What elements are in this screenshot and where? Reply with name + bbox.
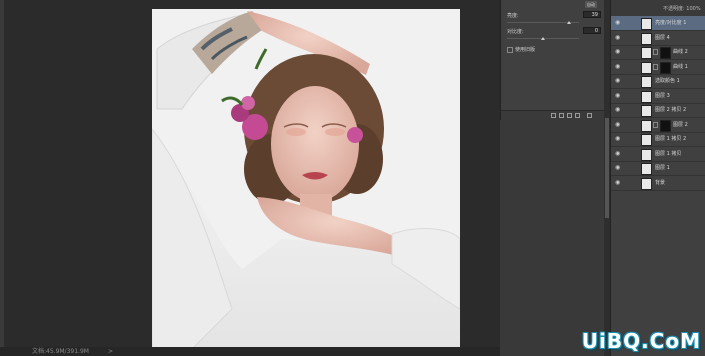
layer-row[interactable]: ◉ 图层 2 拷贝 2 xyxy=(611,103,705,118)
layer-thumbnail xyxy=(641,134,652,146)
eye-icon[interactable]: ◉ xyxy=(615,34,622,40)
layer-thumbnail xyxy=(641,105,652,117)
contrast-label: 对比度: xyxy=(507,29,524,35)
layer-name: 曲线 1 xyxy=(673,63,688,70)
layer-thumbnail xyxy=(641,119,652,132)
status-bar: 文档:45.9M/391.9M > xyxy=(0,347,500,356)
layers-header: 不透明度: 100% xyxy=(611,0,705,16)
eye-icon[interactable]: ◉ xyxy=(615,121,622,127)
eye-icon[interactable]: ◉ xyxy=(615,49,622,55)
layer-thumbnail xyxy=(641,163,652,175)
eye-icon[interactable]: ◉ xyxy=(615,179,622,185)
layer-name: 曲线 2 xyxy=(673,49,688,55)
layer-row[interactable]: ◉ 图层 1 xyxy=(611,161,705,176)
layer-thumbnail xyxy=(641,61,652,74)
layer-mask-thumbnail[interactable] xyxy=(660,119,671,132)
layer-thumbnail xyxy=(641,148,652,161)
eye-icon[interactable]: ◉ xyxy=(615,63,622,69)
panel-dock-empty xyxy=(500,120,604,356)
eye-icon[interactable]: ◉ xyxy=(615,107,622,113)
reset-icon[interactable] xyxy=(567,113,572,118)
contrast-slider-thumb[interactable] xyxy=(541,37,545,40)
layer-name: 选取颜色 1 xyxy=(655,78,680,84)
layer-name: 图层 1 拷贝 xyxy=(655,150,682,157)
contrast-value-field[interactable]: 0 xyxy=(583,27,601,34)
layer-row[interactable]: ◉ 曲线 2 xyxy=(611,45,705,60)
layer-row[interactable]: ◉ 图层 1 拷贝 2 xyxy=(611,132,705,147)
layer-row[interactable]: ◉ 背景 xyxy=(611,176,705,191)
brightness-value-field[interactable]: 39 xyxy=(583,11,601,18)
layer-thumbnail xyxy=(641,32,652,45)
layer-name: 亮度/对比度 1 xyxy=(655,20,687,26)
layer-mask-thumbnail[interactable] xyxy=(660,61,671,74)
tool-panel-edge xyxy=(0,0,4,356)
layer-row[interactable]: ◉ 亮度/对比度 1 xyxy=(611,16,705,31)
layer-mask-thumbnail[interactable] xyxy=(660,47,671,59)
eye-icon[interactable]: ◉ xyxy=(615,165,622,171)
status-menu-arrow[interactable]: > xyxy=(108,347,113,356)
layer-name: 图层 3 xyxy=(655,92,670,99)
layer-row[interactable]: ◉ 图层 2 xyxy=(611,118,705,133)
link-icon[interactable] xyxy=(653,49,658,55)
eye-icon[interactable]: ◉ xyxy=(615,92,622,98)
view-previous-icon[interactable] xyxy=(559,113,564,118)
portrait-photo xyxy=(152,9,460,349)
document-size-info: 文档:45.9M/391.9M xyxy=(32,348,89,355)
brightness-label: 亮度: xyxy=(507,13,519,19)
layer-row[interactable]: ◉ 图层 4 xyxy=(611,31,705,46)
layer-thumbnail xyxy=(641,76,652,88)
document-image[interactable] xyxy=(152,9,460,349)
link-icon[interactable] xyxy=(653,63,658,70)
scrollbar-thumb[interactable] xyxy=(605,118,609,218)
visibility-icon[interactable] xyxy=(575,113,580,118)
layer-name: 图层 2 xyxy=(673,121,688,128)
layer-name: 图层 2 拷贝 2 xyxy=(655,107,687,113)
auto-button[interactable]: 自动 xyxy=(585,1,597,8)
layer-name: 图层 1 拷贝 2 xyxy=(655,136,687,142)
layers-panel: 不透明度: 100% ◉ 亮度/对比度 1 ◉ 图层 4 ◉ 曲线 2 ◉ 曲线 1 ◉ 选取颜色… xyxy=(610,0,705,356)
layer-thumbnail xyxy=(641,90,652,103)
layer-row[interactable]: ◉ 图层 3 xyxy=(611,89,705,104)
trash-icon[interactable] xyxy=(587,113,592,118)
layer-name: 背景 xyxy=(655,179,666,186)
clip-to-layer-icon[interactable] xyxy=(551,113,556,118)
brightness-slider-thumb[interactable] xyxy=(567,21,571,24)
link-icon[interactable] xyxy=(653,121,658,128)
eye-icon[interactable]: ◉ xyxy=(615,78,622,84)
layer-row[interactable]: ◉ 选取颜色 1 xyxy=(611,74,705,89)
opacity-readout[interactable]: 不透明度: 100% xyxy=(663,5,701,12)
properties-footer xyxy=(501,110,605,120)
brightness-slider[interactable] xyxy=(507,21,579,24)
layer-thumbnail xyxy=(641,47,652,59)
eye-icon[interactable]: ◉ xyxy=(615,136,622,142)
layer-row[interactable]: ◉ 图层 1 拷贝 xyxy=(611,147,705,162)
canvas-area[interactable]: 文档:45.9M/391.9M > xyxy=(0,0,500,356)
watermark-logo: UiBQ.CoM xyxy=(581,329,701,353)
layer-thumbnail xyxy=(641,177,652,190)
eye-icon[interactable]: ◉ xyxy=(615,20,622,26)
layer-thumbnail xyxy=(641,18,652,30)
layer-name: 图层 1 xyxy=(655,165,670,171)
legacy-label: 使用旧版 xyxy=(515,47,536,53)
properties-panel: 自动 亮度: 39 对比度: 0 使用旧版 xyxy=(500,0,605,120)
layer-name: 图层 4 xyxy=(655,34,670,41)
layer-row[interactable]: ◉ 曲线 1 xyxy=(611,60,705,75)
contrast-slider[interactable] xyxy=(507,37,579,40)
eye-icon[interactable]: ◉ xyxy=(615,150,622,156)
legacy-checkbox[interactable] xyxy=(507,47,513,53)
